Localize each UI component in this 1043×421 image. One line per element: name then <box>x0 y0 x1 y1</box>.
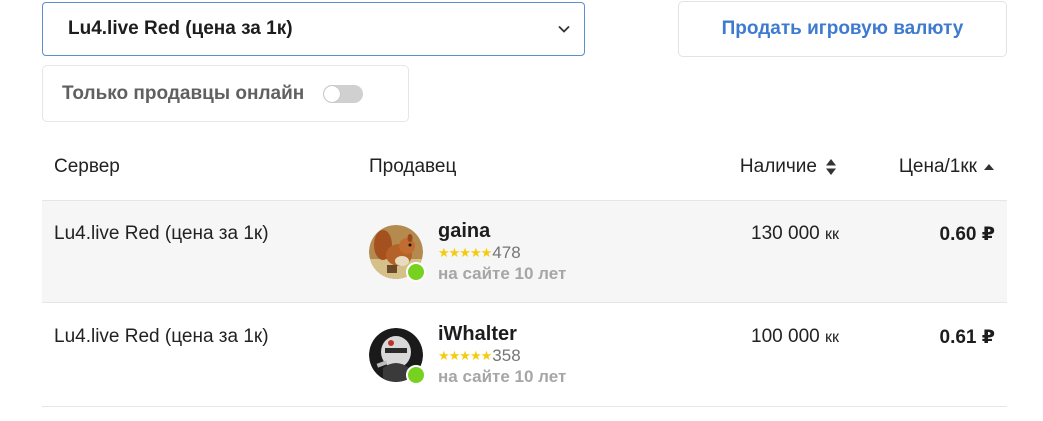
sell-currency-button[interactable]: Продать игровую валюту <box>678 1 1007 57</box>
member-since: на сайте 10 лет <box>438 264 567 283</box>
sort-both-icon <box>826 159 836 175</box>
row-stock: 100 000 кк <box>751 326 839 348</box>
online-only-toggle[interactable] <box>323 84 364 103</box>
seller-info: gaina ★★★★★ 478 на сайте 10 лет <box>438 219 566 285</box>
header-stock[interactable]: Наличие <box>740 156 837 178</box>
row-server: Lu4.live Red (цена за 1к) <box>54 326 269 347</box>
chevron-down-icon <box>558 25 570 33</box>
row-price: 0.60 ₽ <box>939 224 995 245</box>
toggle-knob <box>324 85 341 102</box>
online-only-label: Только продавцы онлайн <box>62 82 305 104</box>
row-price: 0.61 ₽ <box>939 327 995 348</box>
seller-avatar[interactable] <box>369 328 426 385</box>
sort-ascending-icon <box>984 164 994 170</box>
header-price-label: Цена/1кк <box>898 156 977 177</box>
table-row[interactable]: Lu4.live Red (цена за 1к) gaina ★★★★★ 47… <box>42 200 1007 303</box>
row-stock: 130 000 кк <box>751 223 839 245</box>
stock-amount: 130 000 <box>751 223 820 244</box>
table-row[interactable]: Lu4.live Red (цена за 1к) iWhalter ★★★★★… <box>42 304 1007 407</box>
header-seller: Продавец <box>369 156 457 177</box>
star-rating-icon: ★★★★★ <box>438 245 492 260</box>
stock-amount: 100 000 <box>751 326 820 347</box>
header-stock-label: Наличие <box>739 156 817 177</box>
review-count: 478 <box>492 243 521 262</box>
seller-avatar[interactable] <box>369 225 426 282</box>
seller-name[interactable]: gaina <box>438 219 566 243</box>
online-indicator <box>406 262 426 282</box>
header-server: Сервер <box>54 156 120 177</box>
stock-unit: кк <box>825 329 839 346</box>
star-rating-icon: ★★★★★ <box>438 348 492 363</box>
online-only-filter[interactable]: Только продавцы онлайн <box>42 65 409 122</box>
table-header: Сервер Продавец Наличие Цена/1кк <box>42 134 1007 200</box>
review-count: 358 <box>492 346 521 365</box>
game-select-value: Lu4.live Red (цена за 1к) <box>68 18 293 39</box>
member-since: на сайте 10 лет <box>438 367 567 386</box>
seller-rating: ★★★★★ 358 <box>438 346 566 366</box>
row-server: Lu4.live Red (цена за 1к) <box>54 223 269 244</box>
online-indicator <box>406 365 426 385</box>
header-price[interactable]: Цена/1кк <box>899 156 995 178</box>
stock-unit: кк <box>825 226 839 243</box>
game-select[interactable]: Lu4.live Red (цена за 1к) <box>42 2 585 56</box>
seller-info: iWhalter ★★★★★ 358 на сайте 10 лет <box>438 322 566 388</box>
seller-rating: ★★★★★ 478 <box>438 243 566 263</box>
seller-name[interactable]: iWhalter <box>438 322 566 346</box>
